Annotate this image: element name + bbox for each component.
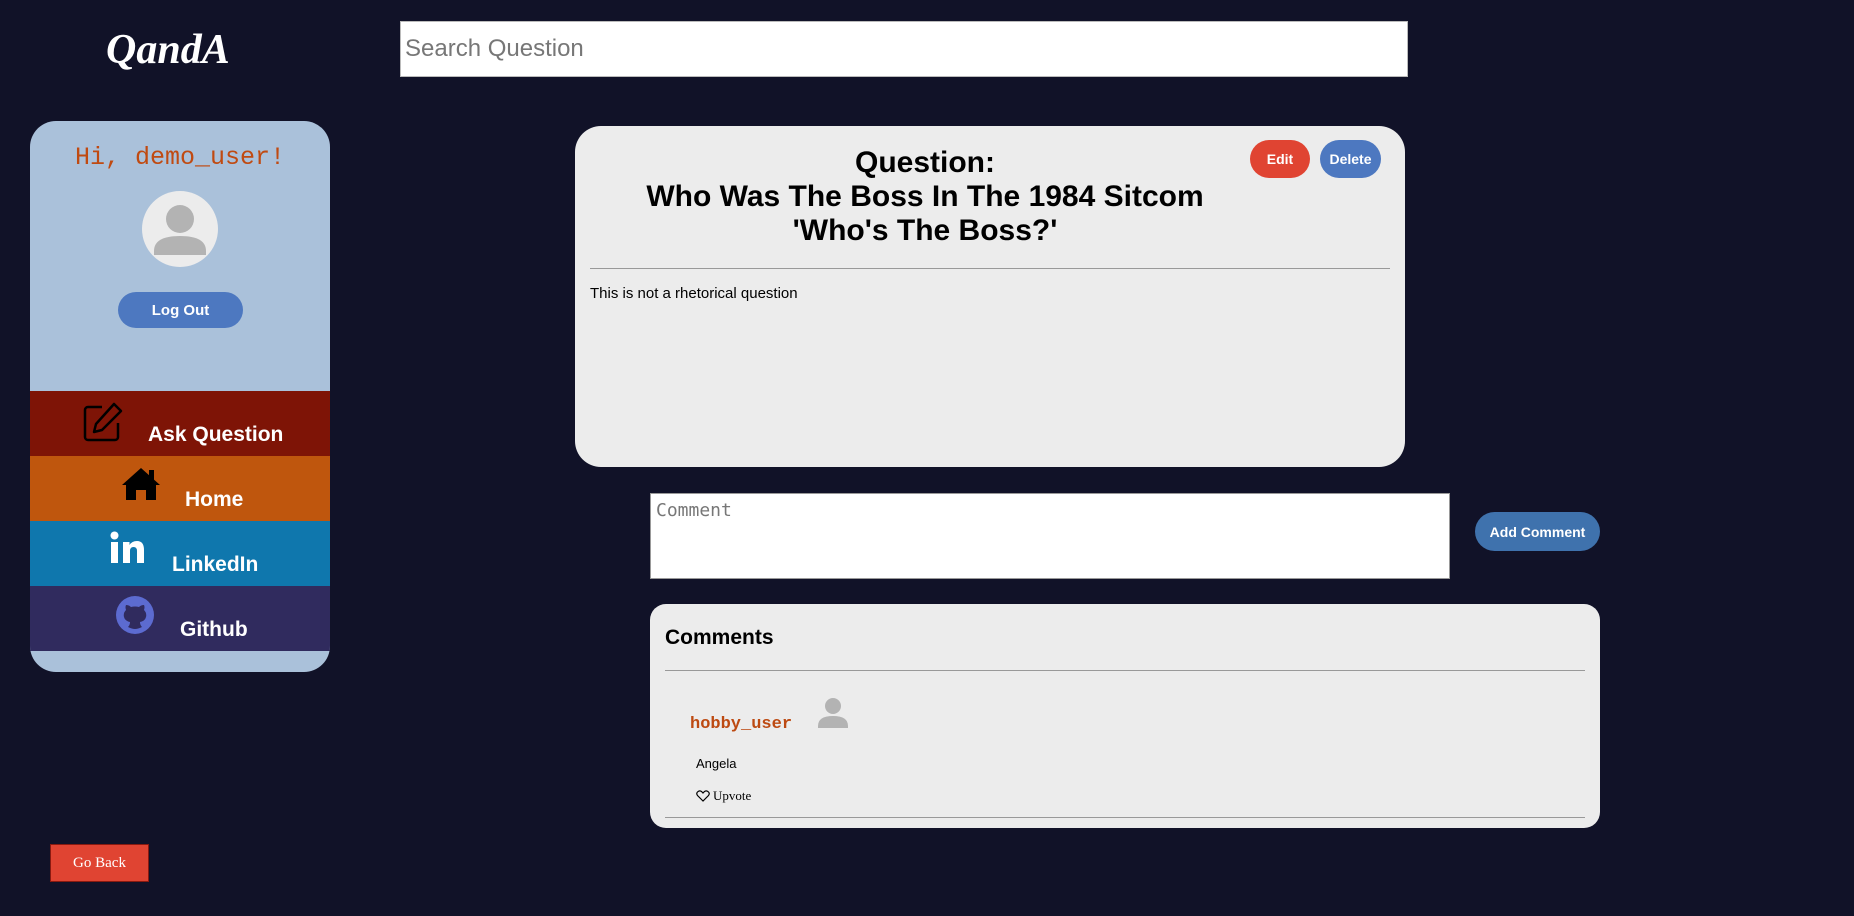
upvote-label: Upvote — [713, 788, 752, 803]
edit-button[interactable]: Edit — [1250, 140, 1310, 178]
user-avatar — [142, 191, 218, 267]
comments-card: Comments hobby_user Angela Upvote — [650, 604, 1600, 828]
divider — [665, 817, 1585, 818]
comment-username[interactable]: hobby_user — [690, 715, 792, 734]
comment-text: Angela — [696, 756, 737, 771]
nav-label-ask-question: Ask Question — [148, 423, 284, 446]
search-input[interactable] — [400, 21, 1408, 77]
add-comment-button[interactable]: Add Comment — [1475, 512, 1600, 551]
question-title: Question: Who Was The Boss In The 1984 S… — [615, 146, 1235, 248]
go-back-button[interactable]: Go Back — [50, 844, 149, 882]
upvote-button[interactable]: Upvote — [696, 788, 751, 804]
user-avatar-icon — [154, 205, 206, 255]
home-icon — [120, 466, 162, 508]
greeting: Hi, demo_user! — [74, 143, 286, 172]
comments-heading: Comments — [665, 626, 774, 649]
question-title-prefix: Question: — [855, 146, 995, 179]
user-avatar-icon — [818, 698, 848, 728]
linkedin-icon — [110, 531, 146, 571]
nav-item-ask-question[interactable]: Ask Question — [30, 391, 330, 456]
divider — [665, 670, 1585, 671]
question-body: This is not a rhetorical question — [590, 285, 798, 302]
nav-item-linkedin[interactable]: LinkedIn — [30, 521, 330, 586]
logout-button[interactable]: Log Out — [118, 292, 243, 328]
comment-input[interactable] — [650, 493, 1450, 579]
github-icon — [115, 595, 155, 641]
app-logo[interactable]: QandA — [106, 26, 230, 74]
nav-item-home[interactable]: Home — [30, 456, 330, 521]
nav-item-github[interactable]: Github — [30, 586, 330, 651]
nav-label-linkedin: LinkedIn — [172, 553, 259, 576]
sidebar: Hi, demo_user! Log Out Ask Question Home — [30, 121, 330, 672]
nav-label-home: Home — [185, 488, 244, 511]
divider — [590, 268, 1390, 269]
pencil-square-icon — [82, 401, 124, 449]
question-title-text: Who Was The Boss In The 1984 Sitcom 'Who… — [646, 180, 1204, 247]
question-card: Question: Who Was The Boss In The 1984 S… — [575, 126, 1405, 467]
comment-avatar — [810, 689, 856, 735]
heart-icon — [696, 790, 710, 802]
delete-button[interactable]: Delete — [1320, 140, 1381, 178]
nav-label-github: Github — [180, 618, 248, 641]
